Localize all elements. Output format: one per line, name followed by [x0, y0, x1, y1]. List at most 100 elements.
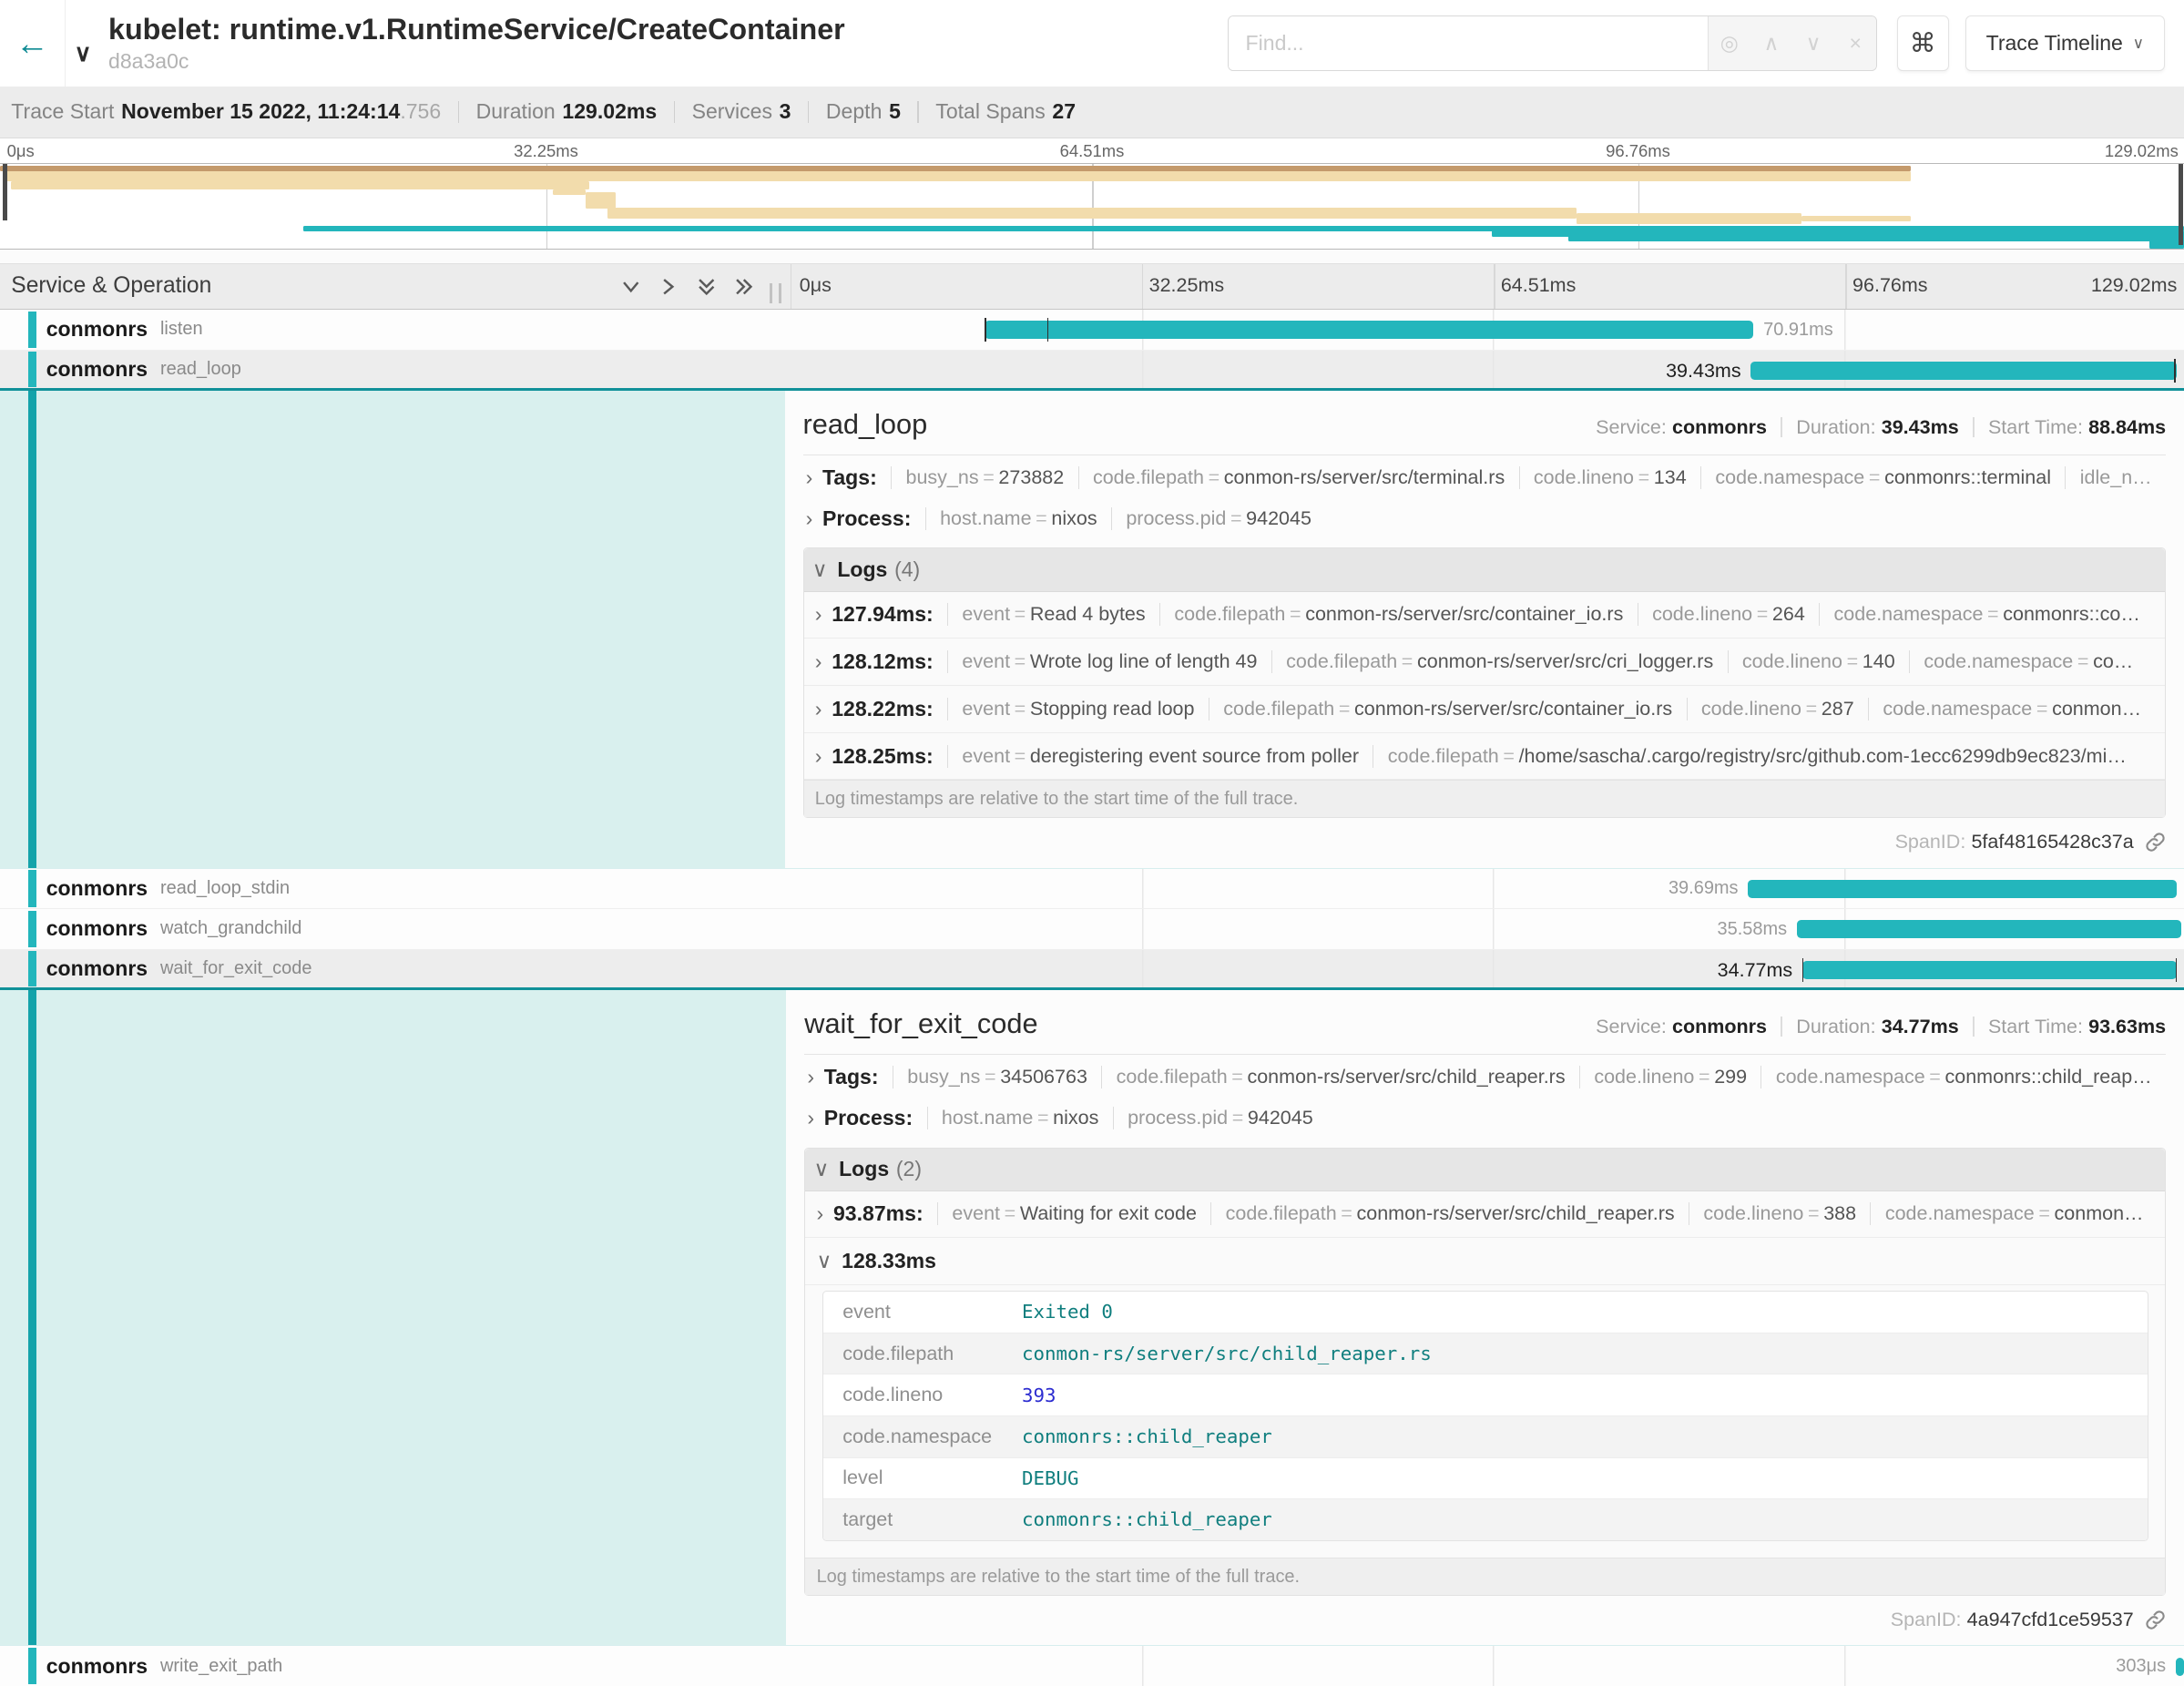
- tag-field: host.name=nixos: [927, 1107, 1113, 1129]
- span-color-accent: [28, 352, 36, 387]
- equals-sign: =: [1032, 507, 1052, 529]
- span-row-label-cell[interactable]: conmonrsread_loop: [0, 351, 791, 389]
- log-row[interactable]: ›128.22ms:event=Stopping read loopcode.f…: [804, 686, 2166, 733]
- minimap-range-handle-right[interactable]: [2179, 164, 2183, 245]
- span-row[interactable]: conmonrs write_exit_path 303μs: [0, 1646, 2184, 1686]
- logs-label: Logs: [839, 1157, 889, 1181]
- expand-all-icon[interactable]: [734, 277, 754, 297]
- span-row-label-cell[interactable]: conmonrsread_loop_stdin: [0, 869, 791, 909]
- span-row[interactable]: conmonrslisten70.91ms: [0, 310, 2184, 351]
- span-row-label-cell[interactable]: conmonrswatch_grandchild: [0, 909, 791, 949]
- logs-header[interactable]: ∨Logs(4): [804, 548, 2166, 591]
- log-row[interactable]: ›93.87ms:event=Waiting for exit codecode…: [805, 1191, 2165, 1239]
- tag-value: Read 4 bytes: [1030, 603, 1146, 625]
- locate-icon[interactable]: ◎: [1709, 30, 1750, 57]
- minimap-span-bar: [1568, 234, 2184, 241]
- ruler-tick-label: 96.76ms: [1852, 274, 1928, 297]
- span-row-timeline-cell[interactable]: 35.58ms: [791, 909, 2184, 949]
- minimap-range-handle-left[interactable]: [3, 164, 7, 220]
- span-row-label-cell[interactable]: conmonrswait_for_exit_code: [0, 950, 791, 988]
- chevron-down-icon: ∨: [817, 1249, 832, 1273]
- top-bar: ← ∨ kubelet: runtime.v1.RuntimeService/C…: [0, 0, 2184, 87]
- span-row[interactable]: conmonrsread_loop_stdin39.69ms: [0, 869, 2184, 910]
- equals-sign: =: [1694, 1066, 1714, 1088]
- span-bar[interactable]: [1748, 880, 2177, 898]
- span-row-timeline-cell[interactable]: 39.43ms: [791, 351, 2184, 389]
- next-match-icon[interactable]: ∨: [1792, 30, 1834, 57]
- tag-field: code.namespace=conmonrs::co…: [1819, 603, 2154, 626]
- span-id-label: SpanID:: [1891, 1609, 1962, 1631]
- span-bar[interactable]: [1797, 920, 2181, 938]
- span-bar[interactable]: [2176, 1658, 2184, 1676]
- log-row[interactable]: ›127.94ms:event=Read 4 bytescode.filepat…: [804, 592, 2166, 639]
- meta-label: Service:: [1596, 1016, 1667, 1038]
- detail-section[interactable]: ›Process:host.name=nixosprocess.pid=9420…: [803, 500, 2167, 536]
- equals-sign: =: [1010, 745, 1030, 767]
- span-name: read_loop: [803, 408, 928, 441]
- detail-section[interactable]: ›Tags:busy_ns=34506763code.filepath=conm…: [804, 1059, 2166, 1096]
- minimap-canvas[interactable]: [0, 163, 2184, 249]
- collapse-all-icon[interactable]: [697, 277, 717, 297]
- minimap-tick-label: 64.51ms: [1060, 141, 1125, 161]
- pane-resize-handle[interactable]: [770, 283, 782, 303]
- tag-field: code.filepath=conmon-rs/server/src/child…: [1210, 1202, 1689, 1225]
- service-name: conmonrs: [46, 1654, 148, 1679]
- table-row: eventExited 0: [823, 1292, 2148, 1333]
- tag-value: 942045: [1248, 1107, 1313, 1129]
- link-icon[interactable]: [2145, 1609, 2166, 1630]
- link-icon[interactable]: [2145, 832, 2166, 853]
- back-button[interactable]: ←: [0, 0, 65, 87]
- log-row[interactable]: ›128.12ms:event=Wrote log line of length…: [804, 639, 2166, 686]
- summary-value: 129.02ms: [562, 99, 657, 124]
- span-row-timeline-cell[interactable]: 303μs: [791, 1646, 2184, 1686]
- span-bar[interactable]: [985, 321, 1753, 339]
- span-bar[interactable]: [1802, 961, 2177, 979]
- span-meta: Service:conmonrsDuration:34.77msStart Ti…: [1596, 1016, 2166, 1038]
- detail-section[interactable]: ›Process:host.name=nixosprocess.pid=9420…: [804, 1099, 2166, 1136]
- clear-search-icon[interactable]: ×: [1834, 30, 1876, 57]
- span-row-timeline-cell[interactable]: 34.77ms: [791, 950, 2184, 988]
- logs-header[interactable]: ∨Logs(2): [805, 1149, 2165, 1191]
- find-input[interactable]: [1229, 16, 1708, 69]
- meta-value: 34.77ms: [1882, 1016, 1959, 1038]
- view-selector-button[interactable]: Trace Timeline ∨: [1965, 15, 2164, 71]
- span-row[interactable]: conmonrswatch_grandchild35.58ms: [0, 909, 2184, 950]
- minimap-span-bar: [586, 192, 617, 209]
- span-row[interactable]: conmonrsread_loop39.43ms: [0, 351, 2184, 392]
- operation-name: write_exit_path: [160, 1656, 282, 1677]
- field-key: level: [823, 1466, 1022, 1489]
- expand-one-icon[interactable]: [658, 277, 679, 297]
- equals-sign: =: [1285, 603, 1305, 625]
- log-row[interactable]: ›128.25ms:event=deregistering event sour…: [804, 733, 2166, 781]
- prev-match-icon[interactable]: ∧: [1750, 30, 1792, 57]
- logs-box: ∨Logs(2)›93.87ms:event=Waiting for exit …: [804, 1148, 2166, 1597]
- minimap-tick-labels: 0μs32.25ms64.51ms96.76ms129.02ms: [0, 138, 2184, 164]
- meta-value: conmonrs: [1672, 1016, 1767, 1038]
- summary-item: Duration129.02ms: [476, 99, 658, 124]
- tag-field: busy_ns=273882: [891, 466, 1077, 489]
- tag-key: code.lineno: [1742, 650, 1842, 672]
- span-row-label-cell[interactable]: conmonrslisten: [0, 310, 791, 350]
- meta-divider: [1973, 1017, 1975, 1037]
- minimap-span-bar: [1801, 216, 1911, 221]
- minimap-span-bar: [6, 171, 1911, 181]
- log-row[interactable]: ∨128.33ms: [805, 1238, 2165, 1285]
- span-row-timeline-cell[interactable]: 70.91ms: [791, 310, 2184, 350]
- collapse-one-icon[interactable]: [621, 277, 641, 297]
- tag-field: code.namespace=co…: [1909, 650, 2148, 673]
- span-row-label-cell[interactable]: conmonrs write_exit_path: [0, 1646, 791, 1686]
- tag-value: conmon-rs/server/src/child_reaper.rs: [1356, 1202, 1674, 1224]
- keyboard-shortcuts-button[interactable]: ⌘: [1897, 15, 1949, 71]
- ruler-tick-label: 0μs: [800, 274, 832, 297]
- tag-field: host.name=nixos: [925, 507, 1111, 530]
- chevron-down-icon[interactable]: ∨: [74, 39, 91, 67]
- detail-left-gutter: [0, 391, 785, 867]
- tag-field: event=deregistering event source from po…: [947, 745, 1373, 768]
- span-row[interactable]: conmonrswait_for_exit_code34.77ms: [0, 950, 2184, 991]
- span-row-timeline-cell[interactable]: 39.69ms: [791, 869, 2184, 909]
- detail-section[interactable]: ›Tags:busy_ns=273882code.filepath=conmon…: [803, 460, 2167, 496]
- span-bar[interactable]: [1750, 362, 2177, 380]
- equals-sign: =: [1803, 1202, 1823, 1224]
- tag-value: conmonrs::co…: [2003, 603, 2140, 625]
- equals-sign: =: [1397, 650, 1417, 672]
